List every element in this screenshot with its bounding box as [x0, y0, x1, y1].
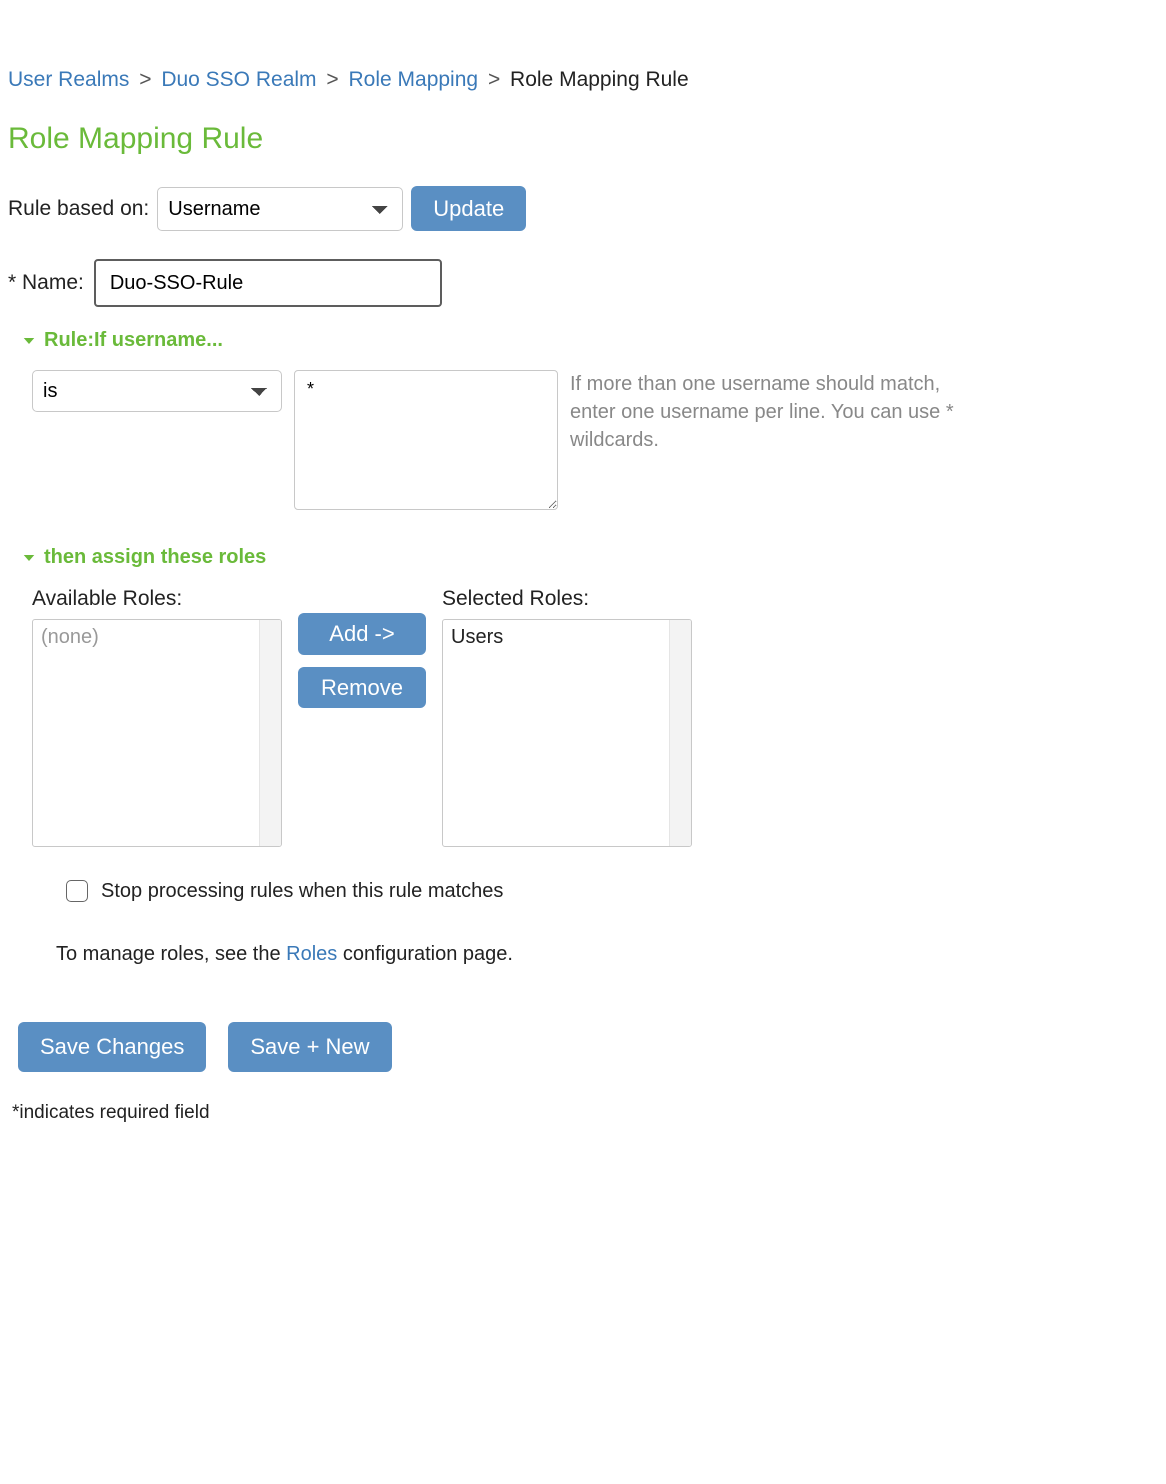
page-title: Role Mapping Rule — [8, 122, 1158, 156]
section-header-rule-label: Rule:If username... — [44, 329, 223, 352]
stop-processing-label: Stop processing rules when this rule mat… — [101, 880, 503, 903]
section-header-assign-label: then assign these roles — [44, 546, 266, 569]
rule-basis-select[interactable]: Username — [157, 187, 403, 231]
name-input[interactable] — [94, 259, 442, 307]
manage-roles-suffix: configuration page. — [337, 943, 513, 965]
section-header-assign[interactable]: then assign these roles — [20, 546, 1158, 569]
selected-role-item[interactable]: Users — [451, 626, 503, 648]
available-roles-label: Available Roles: — [32, 587, 282, 611]
name-row: * Name: — [8, 259, 1158, 307]
condition-hint: If more than one username should match, … — [570, 370, 970, 454]
save-row: Save Changes Save + New — [18, 1022, 1158, 1071]
selected-roles-listbox[interactable]: Users — [442, 619, 692, 847]
rule-body: is * If more than one username should ma… — [32, 370, 1158, 510]
stop-processing-row: Stop processing rules when this rule mat… — [62, 877, 1158, 905]
breadcrumb-sep: > — [139, 68, 151, 91]
available-roles-listbox[interactable]: (none) — [32, 619, 282, 847]
roles-section: Available Roles: (none) Add -> Remove Se… — [32, 587, 1158, 966]
name-label: * Name: — [8, 271, 84, 295]
scrollbar[interactable] — [259, 620, 281, 846]
available-roles-placeholder: (none) — [41, 626, 99, 648]
section-header-rule[interactable]: Rule:If username... — [20, 329, 1158, 352]
breadcrumb-link-duo-sso-realm[interactable]: Duo SSO Realm — [161, 68, 316, 91]
required-field-note: *indicates required field — [12, 1102, 1158, 1124]
stop-processing-checkbox[interactable] — [66, 880, 88, 902]
condition-textarea[interactable]: * — [294, 370, 558, 510]
breadcrumb-current: Role Mapping Rule — [510, 68, 689, 91]
roles-link[interactable]: Roles — [286, 943, 337, 965]
chevron-down-icon — [20, 549, 38, 567]
condition-select[interactable]: is — [32, 370, 282, 412]
update-button[interactable]: Update — [411, 186, 526, 231]
rule-basis-row: Rule based on: Username Update — [8, 186, 1158, 231]
breadcrumb-sep: > — [488, 68, 500, 91]
remove-button[interactable]: Remove — [298, 667, 426, 708]
save-new-button[interactable]: Save + New — [228, 1022, 391, 1071]
manage-roles-line: To manage roles, see the Roles configura… — [56, 943, 1158, 966]
breadcrumb: User Realms > Duo SSO Realm > Role Mappi… — [8, 68, 1158, 92]
save-changes-button[interactable]: Save Changes — [18, 1022, 206, 1071]
rule-basis-label: Rule based on: — [8, 197, 149, 221]
breadcrumb-link-role-mapping[interactable]: Role Mapping — [349, 68, 479, 91]
scrollbar[interactable] — [669, 620, 691, 846]
manage-roles-prefix: To manage roles, see the — [56, 943, 286, 965]
selected-roles-label: Selected Roles: — [442, 587, 692, 611]
breadcrumb-sep: > — [326, 68, 338, 91]
chevron-down-icon — [20, 332, 38, 350]
add-button[interactable]: Add -> — [298, 613, 426, 654]
breadcrumb-link-user-realms[interactable]: User Realms — [8, 68, 129, 91]
